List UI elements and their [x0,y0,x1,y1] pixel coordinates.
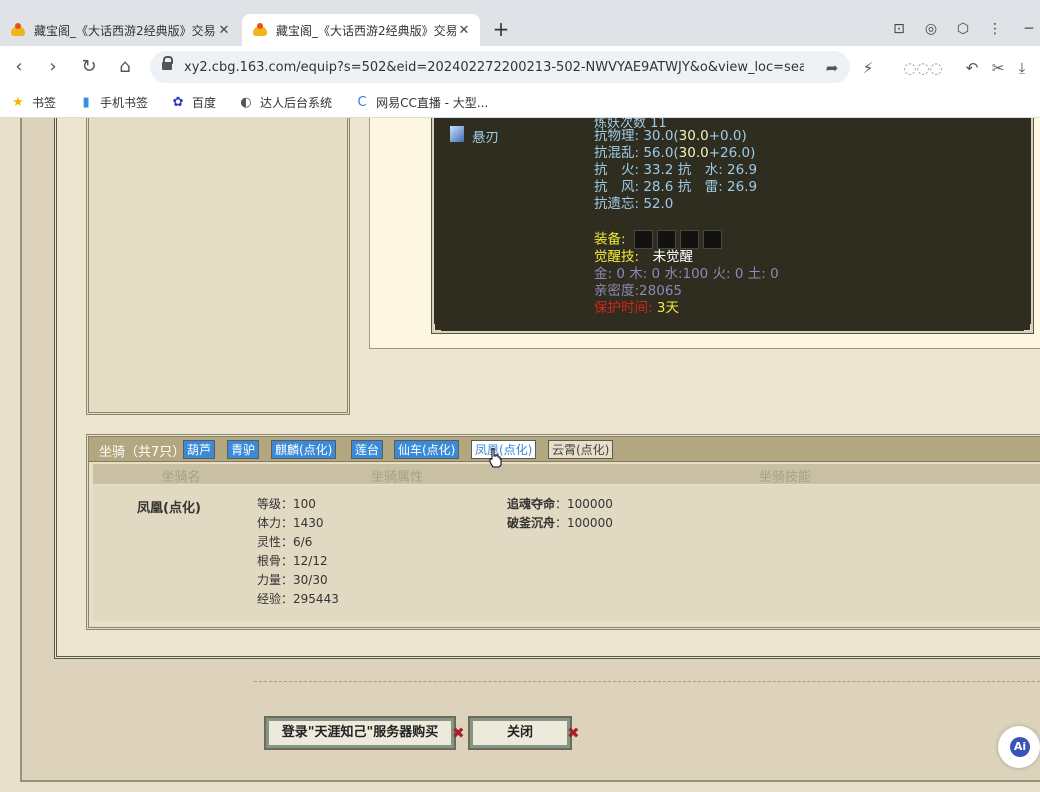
browser-tab-strip: 藏宝阁_《大话西游2经典版》交易 ✕ 藏宝阁_《大话西游2经典版》交易 ✕ + … [0,0,1040,46]
bookmark-item[interactable]: ▮ 手机书签 [78,94,148,111]
mount-table-body: 凤凰(点化) 等级：100 体力：1430 灵性：6/6 根骨：12/12 力量… [93,485,1040,621]
mount-tab[interactable]: 莲台 [351,440,384,459]
divider [254,681,1040,682]
ai-icon: Ai [1010,737,1030,757]
bolt-icon[interactable]: ⚡ [858,58,878,78]
decor-cross-icon: ✖ [567,724,580,742]
header-name: 坐骑名 [161,470,201,485]
mount-tab-bar: 坐骑（共7只） 葫芦 青驴 麒麟(点化) 莲台 仙车(点化) 凤凰(点化) 云霄… [89,437,1040,462]
bookmark-label: 网易CC直播 - 大型... [376,96,489,110]
bookmark-item[interactable]: ◐ 达人后台系统 [238,94,332,111]
screenshot-icon[interactable]: ✂ [988,58,1008,78]
frame-corner [434,324,441,331]
browser-tab-1[interactable]: 藏宝阁_《大话西游2经典版》交易 ✕ [0,14,240,46]
incognito-icon[interactable]: ◎ [920,18,942,40]
address-bar[interactable]: xy2.cbg.163.com/equip?s=502&eid=20240227… [150,51,850,83]
skill-name: 悬刃 [472,130,499,146]
back-icon[interactable]: ‹ [8,56,30,78]
tab-title: 藏宝阁_《大话西游2经典版》交易 [276,23,456,38]
bookmark-label: 百度 [192,96,217,110]
decor-cross-icon: ✖ [452,724,465,742]
forward-icon[interactable]: › [42,56,64,78]
browser-toolbar: ‹ › ↻ ⌂ xy2.cbg.163.com/equip?s=502&eid=… [0,46,1040,88]
globe-icon: ◐ [240,94,252,110]
resist-forget: 抗遗忘: 52.0 [594,196,674,212]
mount-attr: 灵性：6/6 [257,535,313,549]
close-icon[interactable]: ✕ [456,23,472,38]
bookmarks-bar: ★ 书签 ▮ 手机书签 ✿ 百度 ◐ 达人后台系统 C 网易CC直播 - 大型... [0,88,1040,118]
resist-physical: 抗物理: 30.0(30.0+0.0) [594,128,747,144]
download-icon[interactable]: ⤓ [1012,58,1032,78]
tab-search-icon[interactable]: ⊡ [888,18,910,40]
awaken-row: 觉醒技: 未觉醒 [594,249,694,265]
equip-slot[interactable] [656,230,676,249]
undo-icon[interactable]: ↶ [962,58,982,78]
equip-slot[interactable] [702,230,722,249]
character-panel [86,118,350,415]
baidu-icon: ✿ [172,94,184,110]
star-icon: ★ [12,94,24,110]
hand-cursor-icon [489,448,502,468]
url-text: xy2.cbg.163.com/equip?s=502&eid=20240227… [184,59,804,75]
resist-chaos: 抗混乱: 56.0(30.0+26.0) [594,145,756,161]
bookmark-label: 手机书签 [100,96,149,110]
mount-table-header: 坐骑名 坐骑属性 坐骑技能 [93,464,1040,485]
resist-fire-water: 抗 火: 33.2 抗 水: 26.9 [594,162,758,178]
mount-attr: 等级：100 [257,497,316,511]
mount-attr: 根骨：12/12 [257,554,328,568]
lock-icon[interactable] [162,56,173,70]
mount-tab[interactable]: 云霄(点化) [548,440,614,459]
cbg-favicon-icon [252,22,268,38]
bookmark-item[interactable]: ★ 书签 [10,94,56,111]
mount-name: 凤凰(点化) [137,501,201,516]
phone-icon: ▮ [82,94,90,110]
equipment-row: 装备: [594,230,722,249]
bookmark-item[interactable]: C 网易CC直播 - 大型... [354,94,489,111]
mount-tab[interactable]: 葫芦 [183,440,216,459]
header-skills: 坐骑技能 [758,470,811,485]
blade-skill-icon [450,126,464,142]
tab-title: 藏宝阁_《大话西游2经典版》交易 [34,23,216,38]
new-tab-icon[interactable]: + [490,18,512,40]
equip-slot[interactable] [633,230,653,249]
cbg-favicon-icon [10,22,26,38]
header-attrs: 坐骑属性 [370,470,423,485]
bookmark-item[interactable]: ✿ 百度 [170,94,216,111]
mount-attr: 力量：30/30 [257,573,328,587]
mount-tab-selected[interactable]: 凤凰(点化) [471,440,537,459]
mount-skill: 破釜沉舟：100000 [507,516,613,530]
resist-wind-thunder: 抗 风: 28.6 抗 雷: 26.9 [594,179,758,195]
mount-count-title: 坐骑（共7只） [99,445,186,460]
close-button[interactable]: 关闭 [468,716,572,750]
frame-corner [1024,324,1031,331]
intimacy-row: 亲密度:28065 [594,283,682,299]
equip-slot[interactable] [679,230,699,249]
mount-attr: 经验：295443 [257,592,339,606]
protect-row: 保护时间: 3天 [594,300,679,316]
mount-tab[interactable]: 麒麟(点化) [271,440,337,459]
reload-icon[interactable]: ↻ [78,56,100,78]
mount-section: 坐骑（共7只） 葫芦 青驴 麒麟(点化) 莲台 仙车(点化) 凤凰(点化) 云霄… [86,434,1040,630]
mount-skill: 追魂夺命：100000 [507,497,613,511]
home-icon[interactable]: ⌂ [114,56,136,78]
bookmark-label: 达人后台系统 [260,96,333,110]
close-icon[interactable]: ✕ [216,23,232,38]
minimize-icon[interactable]: ─ [1018,18,1040,40]
login-buy-button[interactable]: 登录"天涯知己"服务器购买 [264,716,456,750]
pet-stats-box: 炼妖次数 11 悬刃 抗物理: 30.0(30.0+0.0) 抗混乱: 56.0… [431,118,1034,334]
bookmark-label: 书签 [32,96,57,110]
ai-assistant-button[interactable]: Ai [998,726,1040,768]
extension-badge-icon[interactable]: ◌◌◌ [888,58,958,78]
mount-tab[interactable]: 仙车(点化) [394,440,460,459]
mount-tab[interactable]: 青驴 [227,440,260,459]
menu-icon[interactable]: ⋮ [984,18,1006,40]
mount-attr: 体力：1430 [257,516,324,530]
element-row: 金: 0 木: 0 水:100 火: 0 土: 0 [594,266,779,282]
extensions-icon[interactable]: ⬡ [952,18,974,40]
browser-tab-2[interactable]: 藏宝阁_《大话西游2经典版》交易 ✕ [242,14,480,46]
page-content: 炼妖次数 11 悬刃 抗物理: 30.0(30.0+0.0) 抗混乱: 56.0… [0,118,1040,792]
cc-icon: C [357,94,367,110]
share-icon[interactable]: ➦ [822,58,842,78]
